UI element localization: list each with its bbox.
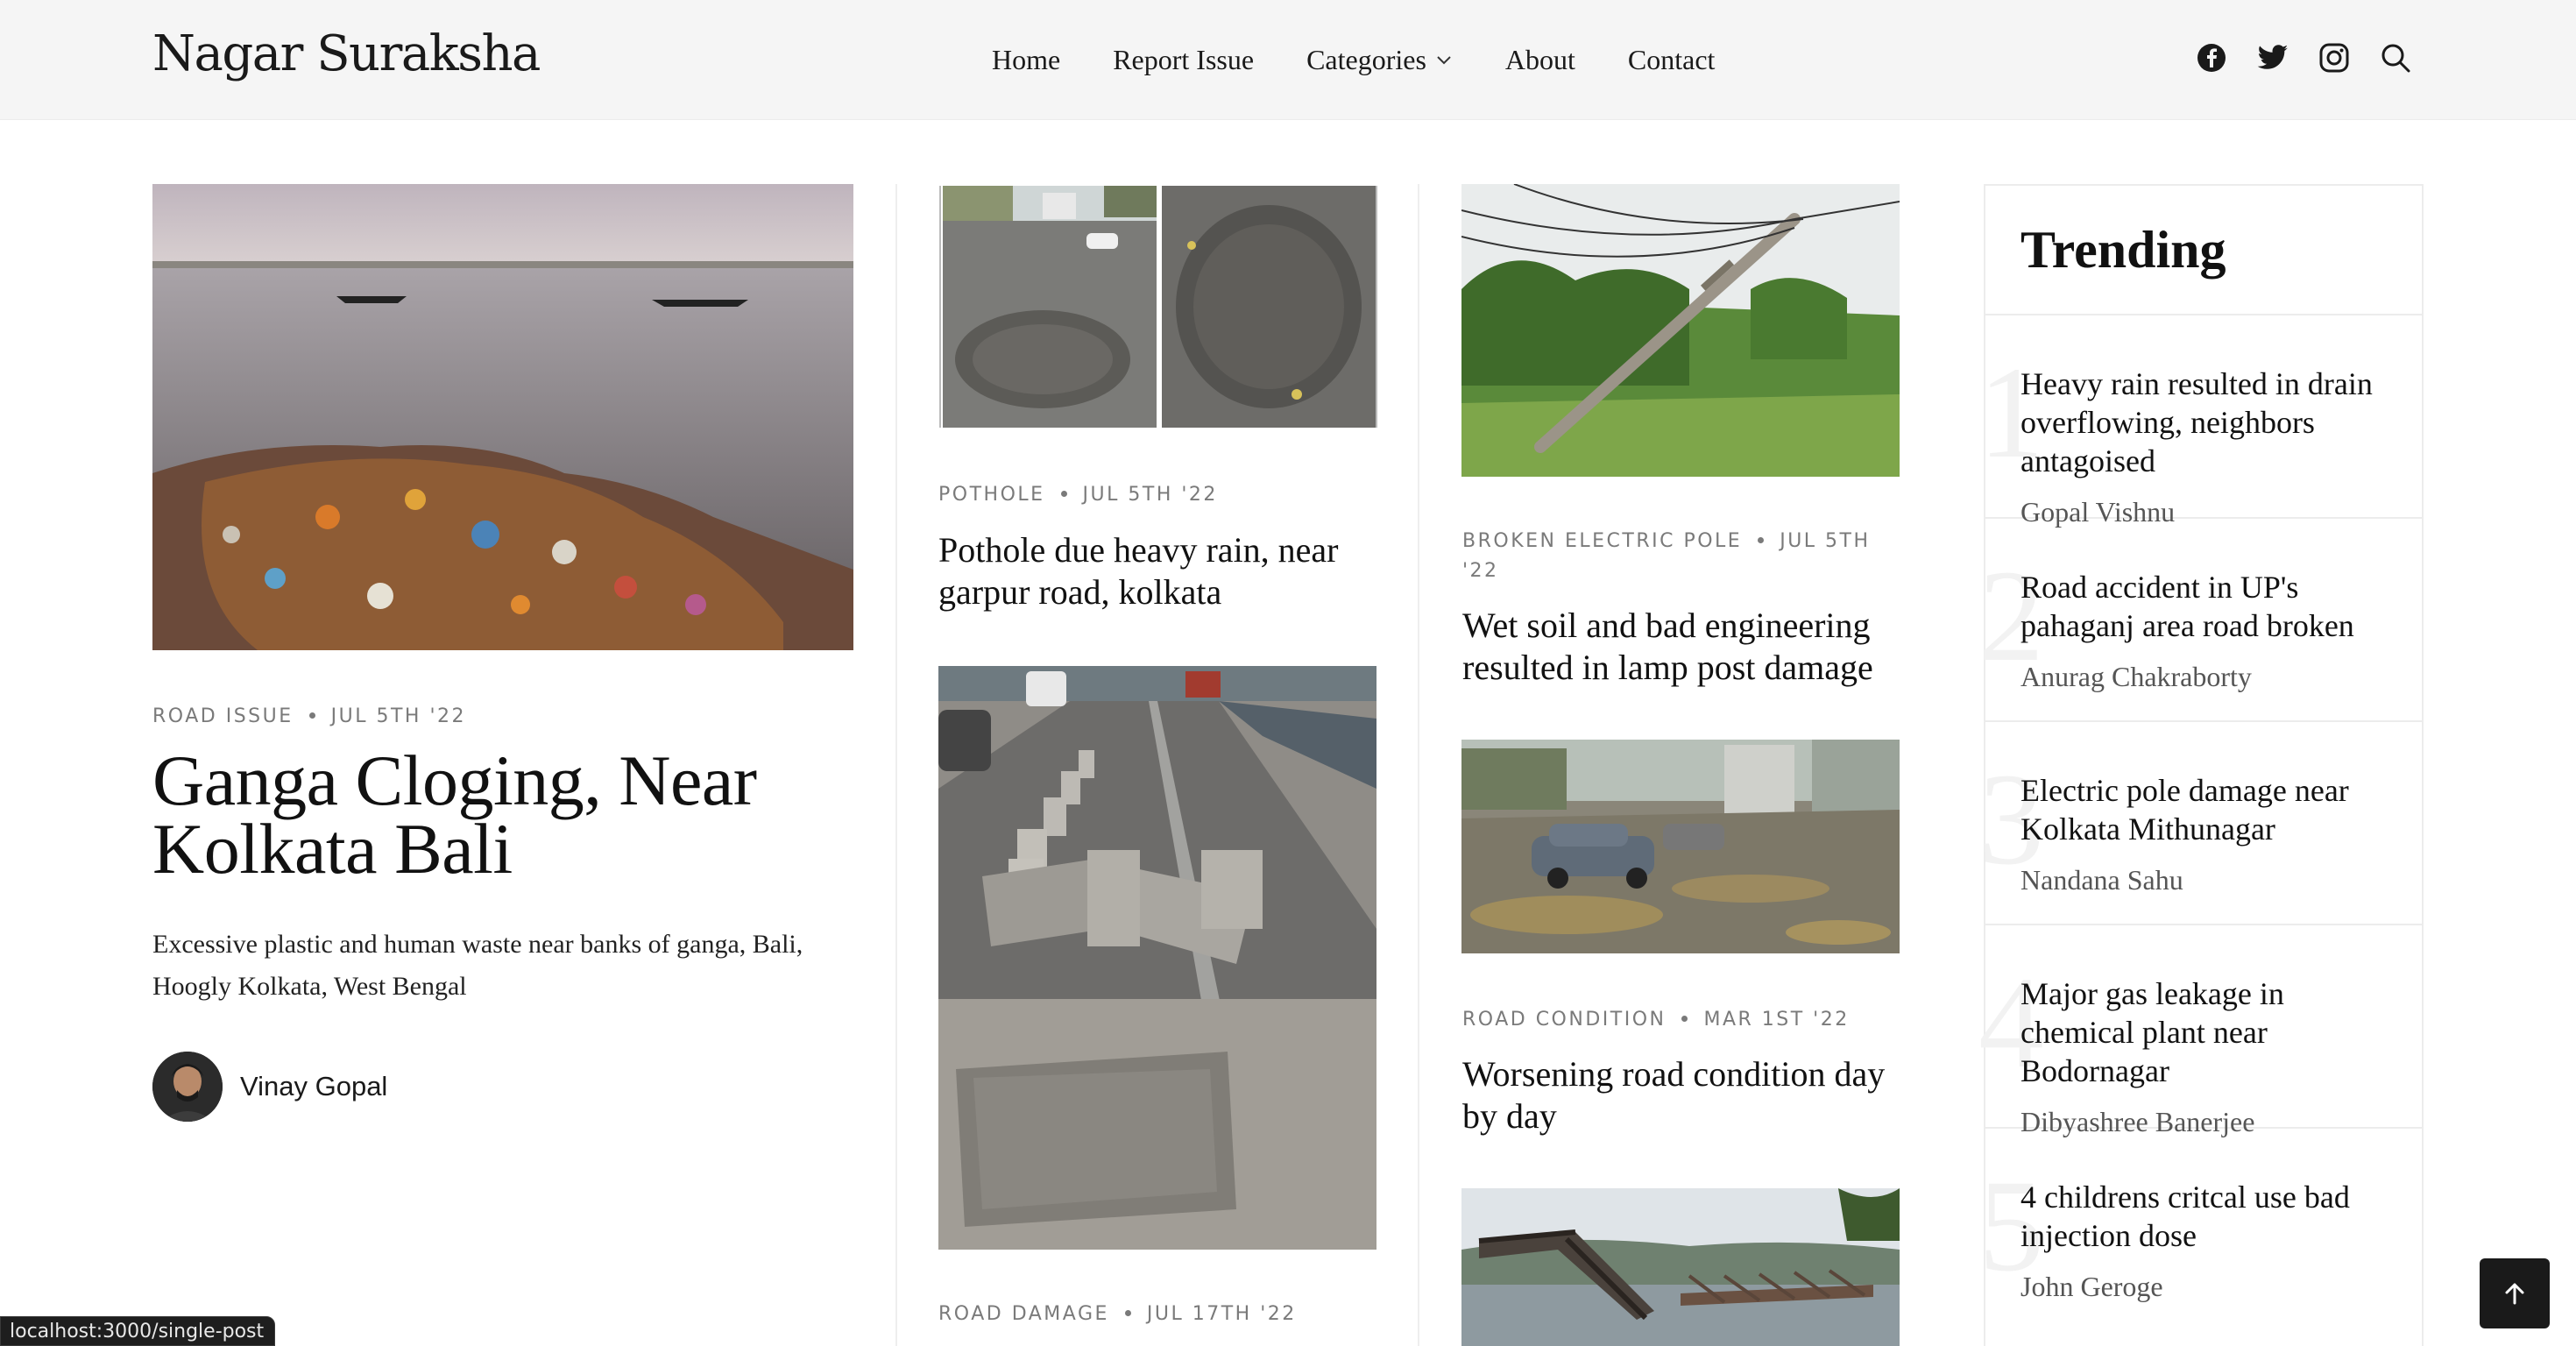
card-title[interactable]: Worsening road condition day by day — [1462, 1053, 1900, 1137]
bridge-collapse-image[interactable] — [1461, 1188, 1900, 1346]
card-meta: POTHOLE JUL 5TH '22 — [938, 480, 1218, 510]
browser-status-url: localhost:3000/single-post — [0, 1316, 276, 1346]
nav-contact-label: Contact — [1627, 44, 1716, 75]
meta-separator-dot — [308, 712, 315, 719]
trending-author: Dibyashree Banerjee — [2020, 1106, 2255, 1137]
facebook-icon[interactable] — [2194, 40, 2229, 75]
twitter-icon[interactable] — [2255, 40, 2290, 75]
chevron-down-icon — [1437, 56, 1451, 65]
trending-author: Gopal Vishnu — [2020, 496, 2176, 528]
trending-heading: Trending — [2020, 221, 2226, 279]
site-logo[interactable]: Nagar Suraksha — [152, 23, 541, 86]
pothole-image[interactable] — [938, 184, 1377, 429]
trending-author: Anurag Chakraborty — [2020, 661, 2252, 692]
trending-title[interactable]: Major gas leakage in chemical plant near… — [2020, 974, 2396, 1090]
nav-report-issue-label: Report Issue — [1113, 44, 1255, 75]
nav-categories[interactable]: Categories — [1306, 39, 1453, 81]
trending-title[interactable]: Electric pole damage near Kolkata Mithun… — [2020, 771, 2396, 848]
nav-home[interactable]: Home — [992, 39, 1060, 81]
nav-home-label: Home — [992, 44, 1061, 75]
card-category[interactable]: ROAD DAMAGE — [938, 1303, 1109, 1325]
trending-title[interactable]: 4 childrens critcal use bad injection do… — [2020, 1178, 2396, 1255]
road-damage-image[interactable] — [938, 666, 1376, 1250]
main-nav: Home Report Issue Categories About Conta… — [992, 39, 1715, 81]
card-meta: ROAD CONDITION MAR 1ST '22 — [1462, 1005, 1850, 1035]
trending-item[interactable]: 4 Major gas leakage in chemical plant ne… — [1978, 925, 2422, 1137]
trending-author: John Geroge — [2020, 1271, 2163, 1302]
search-icon[interactable] — [2378, 40, 2413, 75]
nav-about[interactable]: About — [1505, 39, 1575, 81]
nav-about-label: About — [1504, 44, 1575, 75]
instagram-icon[interactable] — [2317, 40, 2352, 75]
author-name: Vinay Gopal — [240, 1071, 388, 1102]
avatar — [152, 1052, 223, 1122]
featured-author[interactable]: Vinay Gopal — [152, 1052, 387, 1122]
column-divider — [1418, 184, 1419, 1346]
trending-title[interactable]: Road accident in UP's pahaganj area road… — [2020, 568, 2396, 645]
road-condition-image[interactable] — [1461, 740, 1900, 953]
trending-sidebar: Trending 1 Heavy rain resulted in drain … — [1978, 184, 2424, 1346]
card-date: MAR 1ST '22 — [1703, 1009, 1850, 1031]
card-title[interactable]: Wet soil and bad engineering resulted in… — [1462, 605, 1918, 689]
featured-title[interactable]: Ganga Cloging, Near Kolkata Bali — [152, 745, 853, 885]
card-meta: ROAD DAMAGE JUL 17TH '22 — [938, 1300, 1297, 1329]
featured-category[interactable]: ROAD ISSUE — [152, 705, 294, 727]
card-category[interactable]: ROAD CONDITION — [1462, 1009, 1666, 1031]
trending-item[interactable]: 5 4 childrens critcal use bad injection … — [1978, 1129, 2422, 1332]
card-meta: BROKEN ELECTRIC POLE JUL 5TH '22 — [1462, 527, 1900, 586]
featured-date: JUL 5TH '22 — [330, 705, 466, 727]
meta-separator-dot — [1124, 1309, 1131, 1316]
trending-item[interactable]: 2 Road accident in UP's pahaganj area ro… — [1978, 519, 2422, 722]
card-category[interactable]: POTHOLE — [938, 484, 1045, 506]
back-to-top-button[interactable] — [2480, 1258, 2550, 1328]
nav-categories-label: Categories — [1306, 44, 1426, 75]
card-category[interactable]: BROKEN ELECTRIC POLE — [1462, 530, 1742, 552]
card-title[interactable]: Pothole due heavy rain, near garpur road… — [938, 529, 1394, 613]
trending-author: Nandana Sahu — [2020, 864, 2183, 896]
meta-separator-dot — [1758, 536, 1765, 543]
card-date: JUL 17TH '22 — [1146, 1303, 1297, 1325]
meta-separator-dot — [1060, 490, 1067, 497]
meta-separator-dot — [1681, 1015, 1688, 1022]
arrow-up-icon — [2505, 1283, 2524, 1305]
electric-pole-image[interactable] — [1461, 184, 1900, 477]
trending-header: Trending — [1985, 186, 2422, 315]
trending-item[interactable]: 1 Heavy rain resulted in drain overflowi… — [1978, 315, 2422, 528]
social-links — [2194, 40, 2413, 75]
trending-title[interactable]: Heavy rain resulted in drain overflowing… — [2020, 365, 2396, 480]
card-date: JUL 5TH '22 — [1082, 484, 1218, 506]
featured-image-river-waste[interactable] — [152, 184, 853, 650]
trending-item[interactable]: 3 Electric pole damage near Kolkata Mith… — [1978, 722, 2422, 925]
featured-meta: ROAD ISSUE JUL 5TH '22 — [152, 702, 853, 732]
nav-contact[interactable]: Contact — [1628, 39, 1716, 81]
column-divider — [895, 184, 897, 1346]
nav-report-issue[interactable]: Report Issue — [1113, 39, 1254, 81]
featured-excerpt: Excessive plastic and human waste near b… — [152, 930, 803, 1001]
site-header: Nagar Suraksha Home Report Issue Categor… — [0, 0, 2576, 120]
